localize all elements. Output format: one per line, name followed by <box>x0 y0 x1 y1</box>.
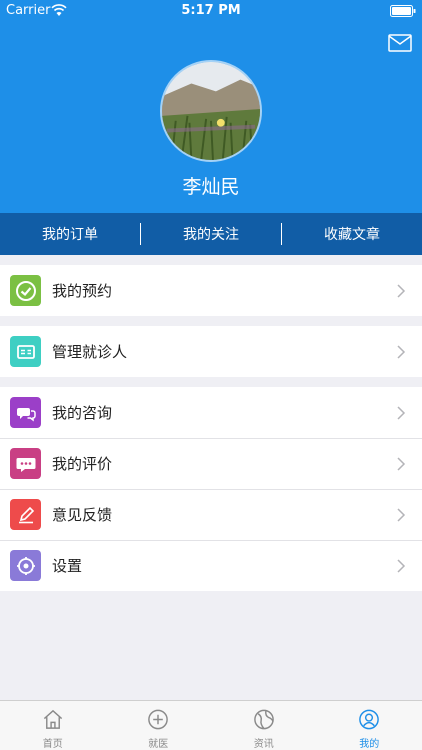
bottom-tab-bar: 首页 就医 资讯 我的 <box>0 700 422 750</box>
chat-bubbles-icon <box>10 397 41 428</box>
plus-circle-icon <box>148 709 169 730</box>
tabbar-medical[interactable]: 就医 <box>106 701 212 750</box>
tabbar-label: 首页 <box>42 739 63 750</box>
tabbar-label: 就医 <box>148 739 169 750</box>
chevron-right-icon <box>397 344 406 359</box>
tab-saved-articles[interactable]: 收藏文章 <box>282 213 422 255</box>
profile-tabs: 我的订单 我的关注 收藏文章 <box>0 213 422 255</box>
avatar-photo <box>162 62 260 160</box>
id-card-icon <box>10 336 41 367</box>
status-bar: Carrier 5:17 PM <box>0 0 422 22</box>
tabbar-label: 我的 <box>359 739 380 750</box>
tabbar-news[interactable]: 资讯 <box>211 701 317 750</box>
menu-item-label: 管理就诊人 <box>52 343 128 361</box>
menu-group-patients: 管理就诊人 <box>0 326 422 377</box>
avatar[interactable] <box>160 60 262 162</box>
tabbar-label: 资讯 <box>253 739 274 750</box>
chevron-right-icon <box>397 507 406 522</box>
tab-my-follows[interactable]: 我的关注 <box>141 213 281 255</box>
tabbar-mine[interactable]: 我的 <box>317 701 422 750</box>
settings-icon <box>10 550 41 581</box>
home-icon <box>43 709 62 729</box>
tabbar-home[interactable]: 首页 <box>0 701 106 750</box>
chevron-right-icon <box>397 558 406 573</box>
chevron-right-icon <box>397 283 406 298</box>
menu-item-label: 我的预约 <box>52 282 113 300</box>
menu-item-my-reviews[interactable]: 我的评价 <box>0 438 422 489</box>
menu-item-manage-patients[interactable]: 管理就诊人 <box>0 326 422 377</box>
chevron-right-icon <box>397 405 406 420</box>
menu-item-feedback[interactable]: 意见反馈 <box>0 489 422 540</box>
menu-item-settings[interactable]: 设置 <box>0 540 422 591</box>
menu-item-label: 我的评价 <box>52 455 113 473</box>
check-circle-icon <box>10 275 41 306</box>
user-icon <box>359 709 380 730</box>
menu-item-label: 意见反馈 <box>52 506 113 524</box>
menu-item-label: 我的咨询 <box>52 404 113 422</box>
comment-dots-icon <box>10 448 41 479</box>
menu-item-my-consultations[interactable]: 我的咨询 <box>0 387 422 438</box>
pencil-icon <box>10 499 41 530</box>
menu-item-my-appointments[interactable]: 我的预约 <box>0 265 422 316</box>
menu-group-more: 我的咨询 我的评价 意见反馈 设置 <box>0 387 422 591</box>
tab-my-orders[interactable]: 我的订单 <box>0 213 140 255</box>
chevron-right-icon <box>397 456 406 471</box>
globe-icon <box>253 709 274 730</box>
menu-item-label: 设置 <box>52 557 83 575</box>
status-time: 5:17 PM <box>181 3 241 18</box>
profile-header: Carrier 5:17 PM 李灿民 <box>0 0 422 213</box>
mail-icon[interactable] <box>388 34 412 52</box>
battery-icon <box>390 5 416 17</box>
menu-group-appointments: 我的预约 <box>0 265 422 316</box>
username: 李灿民 <box>182 176 240 198</box>
